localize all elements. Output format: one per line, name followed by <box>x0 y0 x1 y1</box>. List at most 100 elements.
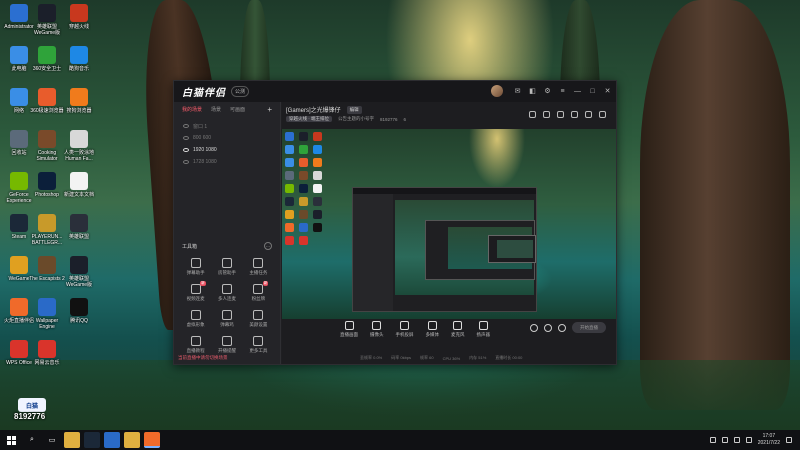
camera-app-icon[interactable] <box>144 432 160 448</box>
tool-item[interactable]: 多人连麦 <box>211 284 242 302</box>
desktop-icon[interactable]: 网易云音乐 <box>31 340 63 366</box>
bell-icon[interactable] <box>585 111 592 118</box>
share-icon[interactable] <box>599 111 606 118</box>
clock-date: 2021/7/22 <box>757 440 780 446</box>
tool-item[interactable]: 虚拟形象 <box>180 310 211 328</box>
settings-icon[interactable]: ⚙ <box>543 87 552 96</box>
tab-my-scenes[interactable]: 我的场景 <box>182 106 202 113</box>
desktop-icon[interactable]: 英雄联盟 WeGame版 <box>63 256 95 288</box>
desktop-icon[interactable]: The Escapists 2 <box>29 256 65 282</box>
tab-canvas[interactable]: 可画面 <box>230 106 245 113</box>
menu-icon[interactable]: ≡ <box>558 87 567 96</box>
clock[interactable]: 17:07 2021/7/22 <box>758 433 780 447</box>
category-tag[interactable]: 穿越火线 · 端王排位 <box>286 116 332 122</box>
desktop-icon[interactable]: 360极速浏览器 <box>30 88 64 114</box>
phone-cast-button[interactable]: 手机投屏 <box>396 321 414 338</box>
tool-label: 弹幕鸡 <box>220 322 234 327</box>
desktop-icon[interactable]: 人类一败涂地 Human Fa... <box>63 130 95 162</box>
search-icon[interactable]: ⌕ <box>24 432 40 448</box>
desktop-icon[interactable]: 酷狗音乐 <box>63 46 95 72</box>
lock-icon[interactable] <box>543 111 550 118</box>
tool-item[interactable]: 新粉丝牌 <box>243 281 274 302</box>
desktop-icon[interactable]: PLAYERUN... BATTLEGR... <box>31 214 63 246</box>
skin-icon[interactable]: ◧ <box>528 87 537 96</box>
tool-item[interactable]: 房管助手 <box>211 258 242 276</box>
desktop-icon[interactable]: Photoshop <box>31 172 63 198</box>
tool-icon <box>190 310 201 320</box>
tool-item[interactable]: 弹幕助手 <box>180 258 211 276</box>
nested-preview-window <box>425 220 536 280</box>
status-memory: 内存 51% <box>469 355 487 360</box>
media-icon <box>427 321 437 330</box>
toolbox-more-icon[interactable]: … <box>264 242 272 250</box>
tool-item[interactable]: 直播教程 <box>180 336 211 354</box>
eye-icon[interactable] <box>183 148 189 152</box>
camera-button[interactable]: 摄像头 <box>370 321 384 338</box>
tool-item[interactable]: 美颜设置 <box>243 310 274 328</box>
close-icon[interactable]: ✕ <box>603 87 612 96</box>
volume-icon[interactable] <box>733 437 740 443</box>
media-button[interactable]: 多媒体 <box>426 321 439 338</box>
steam-icon <box>10 214 28 232</box>
desktop-icon[interactable]: 腾讯QQ <box>63 298 95 324</box>
task-view-icon[interactable]: ▭ <box>44 432 60 448</box>
window-titlebar[interactable]: 白猫伴侣 公测 ✉ ◧ ⚙ ≡ — □ ✕ <box>174 81 616 102</box>
streamer-watermark: 白猫 8192776 <box>14 398 54 426</box>
message-icon[interactable]: ✉ <box>513 87 522 96</box>
tool-item[interactable]: 主播任务 <box>243 258 274 276</box>
tool-icon: 新 <box>253 281 269 294</box>
notification-center-icon[interactable] <box>786 437 792 443</box>
windows-logo-icon <box>6 435 16 445</box>
tray-up-icon[interactable] <box>709 437 716 443</box>
stream-preview[interactable] <box>282 129 616 319</box>
record-video-icon[interactable] <box>530 323 538 332</box>
source-item[interactable]: 窗口 1 <box>174 120 280 132</box>
source-item[interactable]: 1920 1080 <box>174 144 280 156</box>
user-avatar[interactable] <box>491 85 503 97</box>
desktop-icon[interactable]: 新建文本文档 <box>63 172 95 198</box>
desktop-icon[interactable]: 穿越火线 <box>63 4 95 30</box>
network-icon[interactable] <box>721 437 728 443</box>
source-item[interactable]: 800 600 <box>174 132 280 144</box>
start-live-button[interactable]: 开始直播 <box>572 322 606 333</box>
folder-icon[interactable] <box>124 432 140 448</box>
tool-item[interactable]: 新视频连麦 <box>180 281 211 302</box>
eye-icon[interactable] <box>183 136 189 140</box>
minimize-icon[interactable]: — <box>573 87 582 96</box>
preview-wegame-icon <box>285 210 294 219</box>
tool-item[interactable]: 开播提醒 <box>211 336 242 354</box>
eye-icon[interactable] <box>183 124 189 128</box>
file-explorer-icon[interactable] <box>64 432 80 448</box>
live-settings-icon[interactable] <box>544 323 552 332</box>
tab-scenes[interactable]: 场景 <box>211 106 221 113</box>
tool-item[interactable]: 弹幕鸡 <box>211 310 242 328</box>
steam-icon[interactable] <box>84 432 100 448</box>
notification-icon[interactable] <box>529 111 536 118</box>
maximize-icon[interactable]: □ <box>588 87 597 96</box>
screen-capture-button[interactable]: 直播画面 <box>340 321 358 338</box>
source-item[interactable]: 1728 1080 <box>174 156 280 168</box>
preview-user-folder-icon <box>285 132 294 141</box>
viewer-count: 6 <box>403 116 407 122</box>
microphone-button[interactable]: 麦克风 <box>451 321 465 338</box>
desktop-icon[interactable]: 360安全卫士 <box>31 46 63 72</box>
speaker-button[interactable]: 扬声器 <box>477 321 490 338</box>
source-label: 窗口 1 <box>193 123 208 130</box>
desktop-icon[interactable]: Wallpaper Engine <box>31 298 63 330</box>
media-icon[interactable] <box>104 432 120 448</box>
start-button[interactable] <box>0 430 22 450</box>
desktop-icon[interactable]: 英雄联盟 WeGame版 <box>31 4 63 36</box>
desktop-icon[interactable]: 英雄联盟 <box>63 214 95 240</box>
ime-icon[interactable] <box>745 437 752 443</box>
record-icon[interactable] <box>557 111 564 118</box>
gear-icon[interactable] <box>558 323 566 332</box>
preview-lol2-icon <box>313 197 322 206</box>
tool-item[interactable]: 更多工具 <box>243 336 274 354</box>
layout-icon[interactable] <box>571 111 578 118</box>
eye-icon[interactable] <box>183 160 189 164</box>
desktop-icon[interactable]: 搜狗浏览器 <box>63 88 95 114</box>
main-panel: [Gamers]之光爆锋仔 编辑 穿越火线 · 端王排位 公告主题的小号字 81… <box>282 102 616 364</box>
desktop-icon[interactable]: Cooking Simulator <box>31 130 63 162</box>
edit-room-button[interactable]: 编辑 <box>346 105 362 114</box>
add-scene-icon[interactable]: + <box>267 105 272 114</box>
